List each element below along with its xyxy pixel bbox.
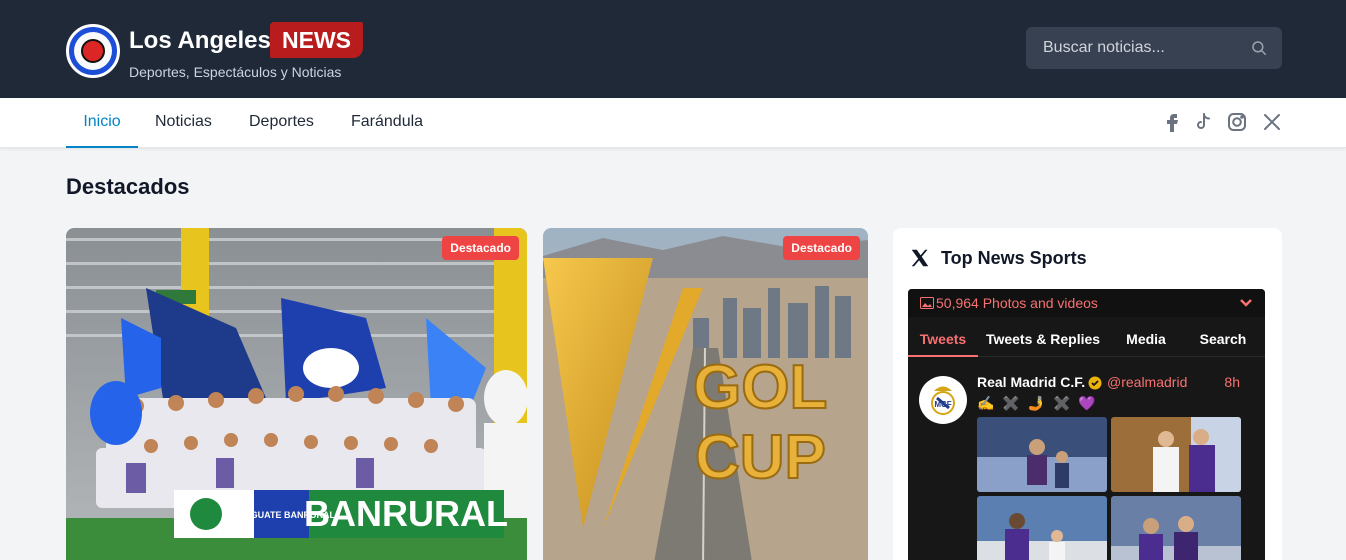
x-icon[interactable]: [1260, 110, 1284, 134]
brand-badge[interactable]: NEWS: [270, 22, 363, 58]
main-nav: Inicio Noticias Deportes Farándula: [0, 98, 1346, 148]
site-tagline: Deportes, Espectáculos y Noticias: [129, 64, 342, 80]
svg-text:CUP: CUP: [695, 423, 826, 492]
featured-card-goldcup[interactable]: GOL CUP Destacado: [543, 228, 868, 560]
photos-count: 50,964 Photos and videos: [936, 295, 1098, 311]
banner-text: BANRURAL: [304, 493, 508, 534]
search-box: [1026, 27, 1282, 69]
x-logo-icon: [911, 249, 929, 267]
brand-name[interactable]: Los Angeles: [129, 27, 271, 55]
featured-badge: Destacado: [442, 236, 519, 260]
svg-text:GOL: GOL: [693, 353, 827, 422]
tweet-media-2[interactable]: [1111, 417, 1241, 492]
tweet-handle[interactable]: @realmadrid: [1107, 374, 1187, 390]
tweet-media-1[interactable]: [977, 417, 1107, 492]
site-logo[interactable]: [66, 24, 120, 78]
nav-item-inicio[interactable]: Inicio: [66, 98, 138, 148]
nav-item-farandula[interactable]: Farándula: [351, 98, 423, 148]
featured-badge: Destacado: [783, 236, 860, 260]
avatar[interactable]: MCF: [919, 376, 967, 424]
tweet-media-4[interactable]: [1111, 496, 1241, 560]
tweet-text: ✍️ ✖️ 🤳 ✖️ 💜: [977, 395, 1098, 411]
site-header: Los Angeles NEWS Deportes, Espectáculos …: [0, 0, 1346, 98]
tweet-media-3[interactable]: [977, 496, 1107, 560]
twitter-widget: Top News Sports 50,964 Photos and videos…: [893, 228, 1282, 560]
tiktok-icon[interactable]: [1192, 110, 1216, 134]
svg-text:MCF: MCF: [934, 400, 951, 409]
tab-tweets-replies[interactable]: Tweets & Replies: [983, 319, 1103, 357]
widget-title: Top News Sports: [941, 248, 1087, 268]
featured-card-football[interactable]: LIGA GUATE BANRURAL BANRURAL Destacado: [66, 228, 527, 560]
tab-search[interactable]: Search: [1188, 319, 1258, 357]
verified-badge-icon: [1088, 376, 1102, 390]
nav-item-noticias[interactable]: Noticias: [155, 98, 212, 148]
tweet-author-name[interactable]: Real Madrid C.F.: [977, 374, 1085, 390]
section-title: Destacados: [66, 174, 190, 199]
tab-tweets[interactable]: Tweets: [908, 319, 978, 357]
team-photo-image: LIGA GUATE BANRURAL BANRURAL: [66, 228, 527, 560]
chevron-down-icon[interactable]: [1239, 297, 1253, 309]
nav-item-deportes[interactable]: Deportes: [249, 98, 314, 148]
real-madrid-crest-icon: MCF: [931, 386, 955, 415]
tweet-feed: 50,964 Photos and videos Tweets Tweets &…: [908, 289, 1265, 560]
search-input[interactable]: [1026, 27, 1246, 69]
photo-icon: [920, 297, 934, 309]
instagram-icon[interactable]: [1225, 110, 1249, 134]
tab-media[interactable]: Media: [1116, 319, 1176, 357]
search-icon[interactable]: [1250, 39, 1268, 57]
feed-tabs: Tweets Tweets & Replies Media Search: [908, 319, 1265, 357]
facebook-icon[interactable]: [1160, 110, 1184, 134]
gold-cup-image: GOL CUP: [543, 228, 868, 560]
tweet-time[interactable]: 8h: [1224, 374, 1240, 390]
feed-header[interactable]: 50,964 Photos and videos: [908, 289, 1265, 317]
tweet-media-grid: [977, 417, 1241, 560]
soccer-ball-icon: [81, 39, 105, 63]
